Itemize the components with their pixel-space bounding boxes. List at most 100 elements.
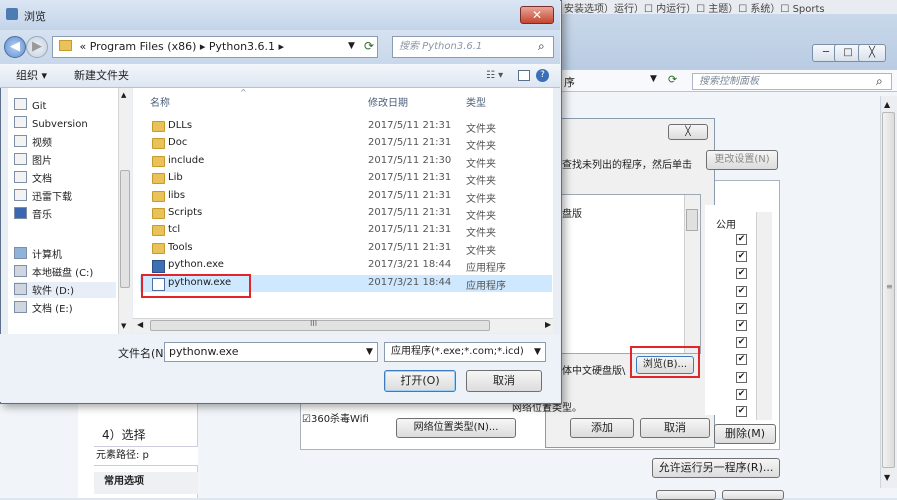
public-checkbox[interactable]: ✔: [736, 371, 747, 383]
public-checkbox[interactable]: ✔: [736, 268, 747, 280]
file-name: Doc: [168, 137, 188, 149]
horizontal-scroll-thumb[interactable]: [150, 320, 490, 331]
nav-item[interactable]: Subversion: [14, 116, 88, 132]
breadcrumb-program-files[interactable]: Program Files (x86): [90, 40, 197, 53]
public-checkbox[interactable]: ✔: [736, 234, 747, 245]
nav-item[interactable]: 计算机: [14, 246, 62, 262]
preview-pane-icon[interactable]: [518, 70, 530, 81]
allow-another-program-button[interactable]: 允许运行另一程序(R)...: [652, 458, 780, 478]
scroll-down-icon[interactable]: ▼: [884, 473, 890, 482]
control-panel-search-input[interactable]: 搜索控制面板: [692, 73, 892, 90]
view-options-icon[interactable]: ☷ ▾: [486, 64, 503, 88]
network-type-button[interactable]: 网络位置类型(N)...: [396, 418, 516, 438]
change-settings-button[interactable]: 更改设置(N): [706, 150, 778, 170]
public-checkbox[interactable]: ✔: [736, 337, 747, 349]
file-row[interactable]: python.exe 2017/3/21 18:44 应用程序: [140, 257, 552, 274]
forward-button[interactable]: ▶: [26, 36, 48, 58]
nav-item[interactable]: Git: [14, 98, 46, 114]
file-date: 2017/5/11 21:31: [368, 189, 452, 201]
nav-item[interactable]: 图片: [14, 152, 52, 168]
file-date: 2017/5/11 21:31: [368, 224, 452, 236]
nav-item[interactable]: 迅雷下载: [14, 188, 72, 204]
nav-item[interactable]: 软件 (D:): [14, 282, 116, 298]
nav-scroll-down-icon[interactable]: ▼: [121, 322, 126, 330]
delete-button[interactable]: 删除(M): [714, 424, 776, 444]
public-checkbox[interactable]: ✔: [736, 388, 747, 400]
filename-dropdown-icon[interactable]: ▼: [366, 347, 373, 357]
search-icon[interactable]: ⌕: [538, 39, 545, 54]
browse-button[interactable]: 浏览(B)...: [636, 356, 694, 374]
organize-menu[interactable]: 组织 ▾: [16, 64, 47, 88]
dialog-close-button[interactable]: ✕: [520, 6, 554, 24]
public-checkbox[interactable]: ✔: [736, 251, 747, 263]
nav-item-label: 文档 (E:): [32, 304, 73, 315]
nav-item-label: 文档: [32, 174, 52, 185]
file-row[interactable]: tcl 2017/5/11 21:31 文件夹: [140, 222, 552, 239]
file-row[interactable]: include 2017/5/11 21:30 文件夹: [140, 153, 552, 170]
column-header-type[interactable]: 类型: [466, 94, 486, 109]
filetype-select[interactable]: 应用程序(*.exe;*.com;*.icd): [384, 342, 546, 362]
breadcrumb-python[interactable]: Python3.6.1: [209, 40, 275, 53]
nav-scroll-up-icon[interactable]: ▲: [121, 91, 126, 99]
open-button[interactable]: 打开(O): [384, 370, 456, 392]
file-row[interactable]: libs 2017/5/11 21:31 文件夹: [140, 188, 552, 205]
new-folder-button[interactable]: 新建文件夹: [74, 64, 129, 88]
help-icon[interactable]: ?: [536, 69, 549, 82]
nav-item-label: 图片: [32, 156, 52, 167]
filename-input[interactable]: pythonw.exe: [164, 342, 378, 362]
refresh-icon[interactable]: ⟳: [668, 73, 677, 86]
bottom-button-a[interactable]: [656, 490, 716, 500]
scroll-left-icon[interactable]: ◀: [137, 320, 143, 329]
public-checkbox[interactable]: ✔: [736, 406, 747, 417]
folder-icon: [152, 242, 165, 254]
scroll-up-icon[interactable]: ▲: [884, 100, 890, 109]
nav-item-label: 软件 (D:): [32, 286, 75, 297]
file-row[interactable]: Scripts 2017/5/11 21:31 文件夹: [140, 205, 552, 222]
close-button[interactable]: ╳: [858, 44, 886, 62]
nav-item[interactable]: 音乐: [14, 206, 52, 222]
nav-item[interactable]: 本地磁盘 (C:): [14, 264, 93, 280]
nav-item[interactable]: 文档: [14, 170, 52, 186]
file-row[interactable]: Doc 2017/5/11 21:31 文件夹: [140, 135, 552, 152]
nav-item[interactable]: 视频: [14, 134, 52, 150]
search-icon[interactable]: ⌕: [876, 74, 883, 89]
program-list[interactable]: 盘版: [549, 194, 701, 354]
folder-icon: [152, 208, 165, 219]
address-dropdown-icon[interactable]: ▼: [348, 41, 355, 51]
file-date: 2017/5/11 21:31: [368, 207, 452, 218]
refresh-icon[interactable]: ⟳: [364, 39, 374, 53]
cancel-button[interactable]: 取消: [466, 370, 542, 392]
public-checkbox[interactable]: ✔: [736, 302, 747, 314]
public-checkbox[interactable]: ✔: [736, 285, 747, 297]
file-row[interactable]: DLLs 2017/5/11 21:31 文件夹: [140, 118, 552, 135]
column-header-name[interactable]: 名称: [150, 94, 170, 109]
inner-cancel-button[interactable]: 取消: [640, 418, 710, 438]
address-bar[interactable]: « Program Files (x86) ▸ Python3.6.1 ▸: [52, 36, 378, 58]
dialog-search-input[interactable]: 搜索 Python3.6.1: [392, 36, 554, 58]
addr-dropdown-icon[interactable]: ▼: [650, 74, 657, 84]
file-row[interactable]: Tools 2017/5/11 21:31 文件夹: [140, 240, 552, 257]
file-name: DLLs: [168, 120, 193, 131]
program-list-item[interactable]: 盘版: [562, 205, 582, 220]
public-checkbox[interactable]: ✔: [736, 320, 747, 331]
file-type: 文件夹: [466, 124, 496, 135]
back-button[interactable]: ◀: [4, 36, 26, 58]
public-column-header: 公用: [716, 220, 736, 231]
breadcrumb-separator[interactable]: ▸: [200, 40, 206, 53]
inner-close-button[interactable]: ╳: [668, 124, 708, 140]
nav-item[interactable]: 文档 (E:): [14, 300, 73, 316]
breadcrumb-separator[interactable]: ▸: [279, 40, 285, 53]
checkbox-360[interactable]: ☑360杀毒Wifi: [302, 410, 369, 425]
nav-item-label: 计算机: [32, 250, 62, 261]
filetype-dropdown-icon[interactable]: ▼: [534, 347, 541, 357]
rules-scrollbar[interactable]: [756, 212, 772, 420]
file-name: Lib: [168, 172, 183, 184]
add-button[interactable]: 添加: [570, 418, 634, 438]
program-list-scroll-thumb[interactable]: [686, 209, 698, 231]
column-header-date[interactable]: 修改日期: [368, 94, 408, 109]
file-row[interactable]: Lib 2017/5/11 21:31 文件夹: [140, 170, 552, 187]
bottom-button-b[interactable]: [722, 490, 784, 500]
navigation-scroll-thumb[interactable]: [120, 170, 130, 288]
public-checkbox[interactable]: ✔: [736, 354, 747, 366]
scroll-right-icon[interactable]: ▶: [545, 320, 551, 329]
